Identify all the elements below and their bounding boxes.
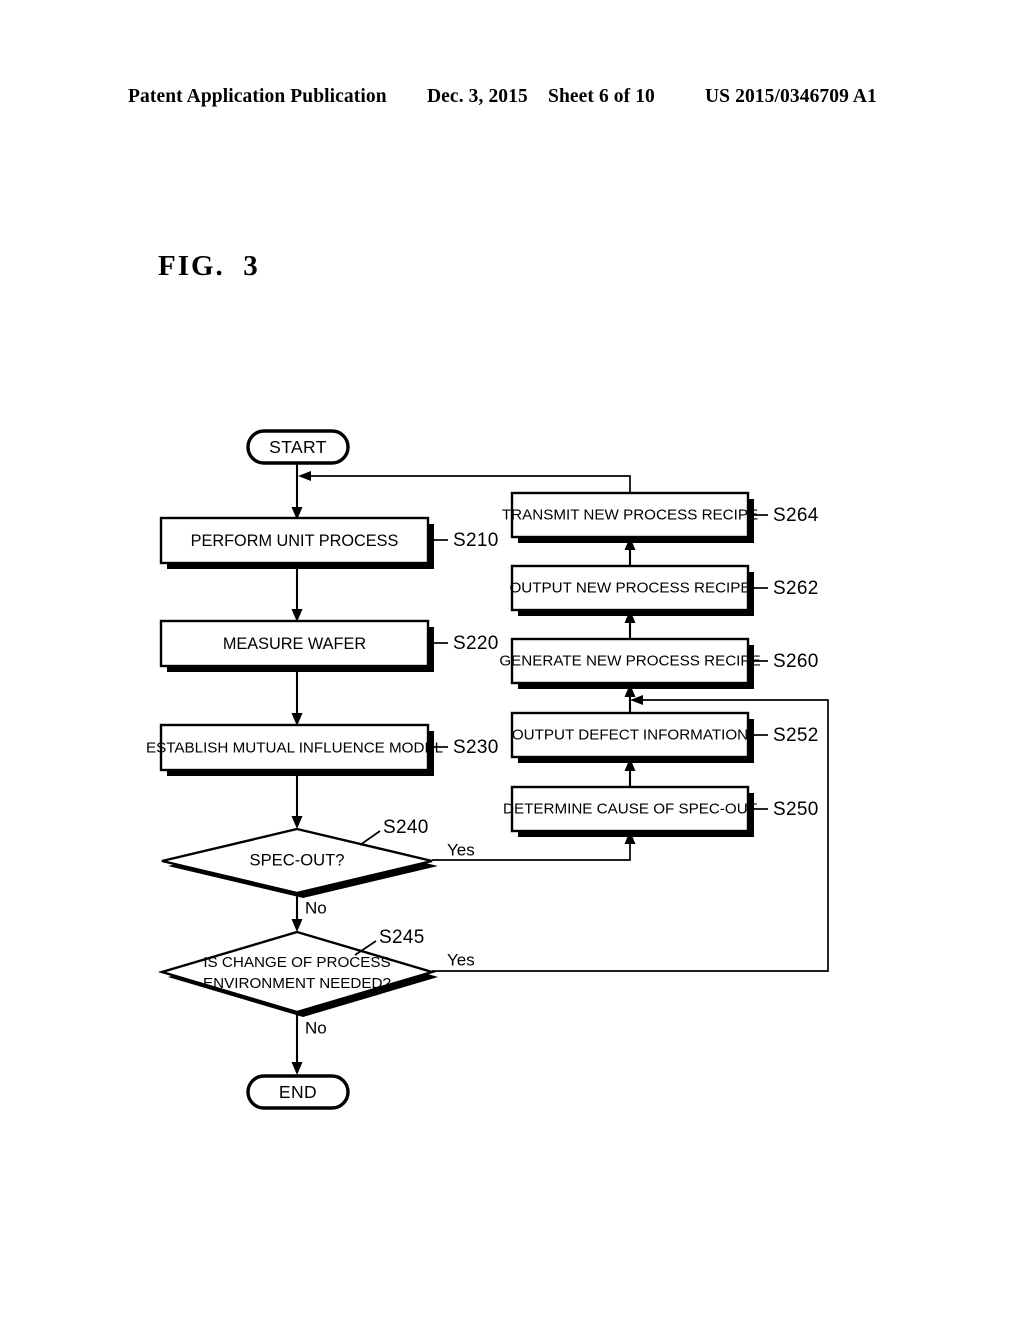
branch-label-s245-no: No	[305, 1018, 327, 1037]
flowchart-diagram: START PERFORM UNIT PROCESS S210 MEASURE …	[146, 429, 829, 1110]
flow-node-s240-label: SPEC-OUT?	[250, 850, 345, 869]
step-ref-s250: S250	[754, 799, 819, 820]
flow-node-s252[interactable]: OUTPUT DEFECT INFORMATION	[510, 711, 754, 763]
step-ref-s262-label: S262	[773, 578, 819, 599]
connector-s230-to-s240	[291, 772, 303, 829]
flow-node-s245-label-line1: IS CHANGE OF PROCESS	[203, 954, 390, 971]
flow-node-end[interactable]: END	[246, 1074, 350, 1110]
step-ref-s230-label: S230	[453, 737, 499, 758]
step-ref-s264: S264	[754, 505, 819, 526]
connector-s210-to-s220	[291, 565, 303, 622]
flow-node-s252-label: OUTPUT DEFECT INFORMATION	[512, 727, 748, 744]
branch-label-s245-yes: Yes	[447, 950, 475, 969]
flow-node-s262-label: OUTPUT NEW PROCESS RECIPE	[509, 580, 750, 597]
flow-node-end-label: END	[279, 1082, 317, 1102]
flow-node-s262[interactable]: OUTPUT NEW PROCESS RECIPE	[509, 564, 754, 616]
flow-node-s250[interactable]: DETERMINE CAUSE OF SPEC-OUT	[503, 785, 757, 837]
branch-label-s240-yes: Yes	[447, 840, 475, 859]
flow-node-s220[interactable]: MEASURE WAFER	[159, 619, 434, 672]
step-ref-s220: S220	[434, 633, 499, 654]
step-ref-s264-label: S264	[773, 505, 819, 526]
step-ref-s260: S260	[754, 651, 819, 672]
step-ref-s220-label: S220	[453, 633, 499, 654]
flow-node-s210[interactable]: PERFORM UNIT PROCESS	[159, 516, 434, 569]
step-ref-s250-label: S250	[773, 799, 819, 820]
flow-node-s230-label: ESTABLISH MUTUAL INFLUENCE MODEL	[146, 740, 443, 757]
connector-s264-to-start-trunk	[298, 471, 631, 493]
flow-node-s260[interactable]: GENERATE NEW PROCESS RECIPE	[499, 637, 761, 689]
step-ref-s262: S262	[754, 578, 819, 599]
flow-node-s264[interactable]: TRANSMIT NEW PROCESS RECIPE	[502, 491, 758, 543]
flow-node-s260-label: GENERATE NEW PROCESS RECIPE	[499, 653, 760, 670]
connector-start-to-s210	[291, 463, 303, 520]
step-ref-s210: S210	[434, 530, 499, 551]
flow-node-s220-label: MEASURE WAFER	[223, 635, 366, 653]
step-ref-s240-label: S240	[383, 817, 429, 838]
step-ref-s210-label: S210	[453, 530, 499, 551]
flow-node-start[interactable]: START	[246, 429, 350, 465]
step-ref-s245-label: S245	[379, 927, 425, 948]
step-ref-s245: S245	[354, 927, 425, 956]
step-ref-s260-label: S260	[773, 651, 819, 672]
flow-node-start-label: START	[269, 437, 327, 457]
branch-label-s240-no: No	[305, 898, 327, 917]
flow-node-s245-label-line2: ENVIRONMENT NEEDED?	[203, 975, 391, 992]
connector-s220-to-s230	[291, 667, 303, 726]
step-ref-s252-label: S252	[773, 725, 819, 746]
flow-node-s210-label: PERFORM UNIT PROCESS	[191, 532, 399, 550]
step-ref-s252: S252	[754, 725, 819, 746]
flow-node-s230[interactable]: ESTABLISH MUTUAL INFLUENCE MODEL	[146, 723, 443, 776]
flow-node-s250-label: DETERMINE CAUSE OF SPEC-OUT	[503, 801, 757, 818]
step-ref-s230: S230	[434, 737, 499, 758]
flow-node-s264-label: TRANSMIT NEW PROCESS RECIPE	[502, 507, 758, 524]
step-ref-s240: S240	[359, 817, 429, 846]
flow-node-s240[interactable]: SPEC-OUT?	[161, 827, 438, 898]
connector-s245-no-to-end	[291, 1010, 303, 1075]
